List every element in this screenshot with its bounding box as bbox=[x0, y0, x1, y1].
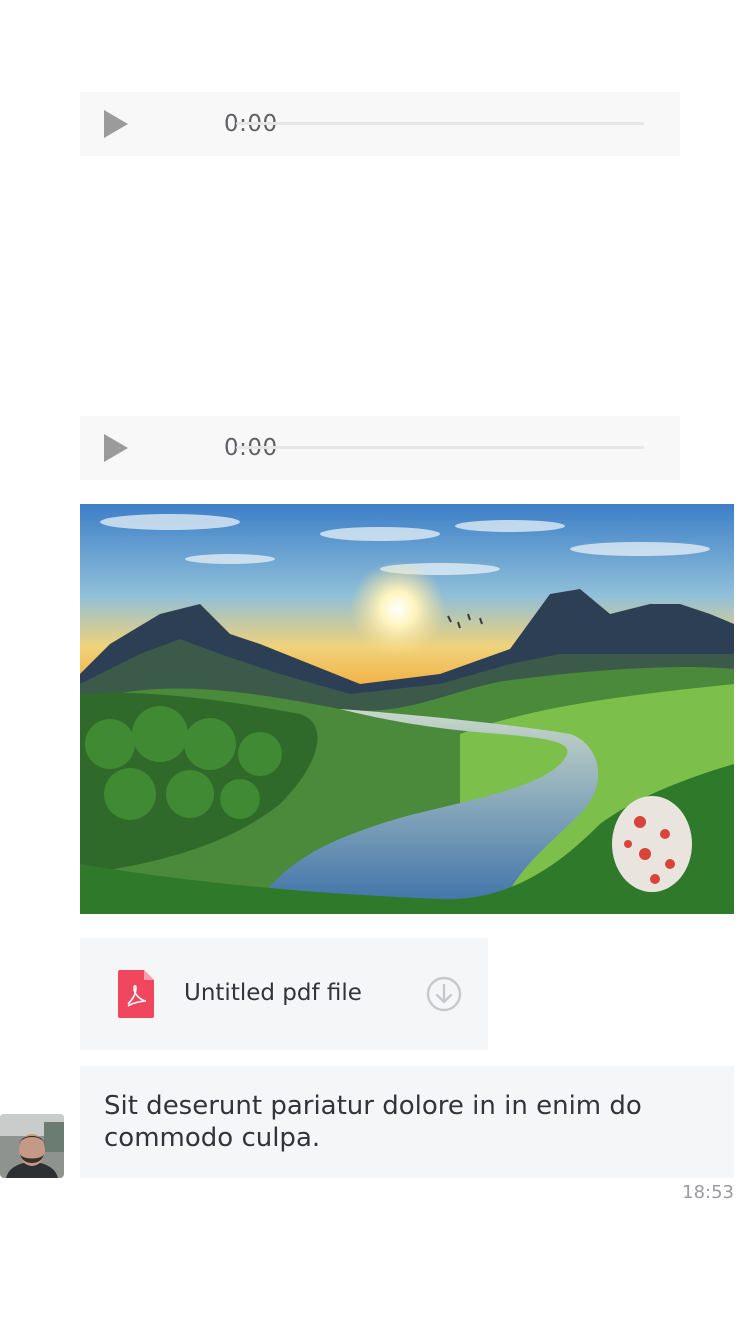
download-icon[interactable] bbox=[426, 976, 462, 1012]
play-icon[interactable] bbox=[104, 434, 128, 462]
audio-player: 0:00 bbox=[80, 92, 680, 156]
file-name: Untitled pdf file bbox=[184, 980, 362, 1006]
message-text: Sit deserunt pariatur dolore in in enim … bbox=[104, 1091, 642, 1153]
audio-progress-track[interactable] bbox=[236, 446, 644, 449]
image-message[interactable] bbox=[80, 504, 734, 914]
audio-progress-track[interactable] bbox=[236, 122, 644, 125]
audio-player: 0:00 bbox=[80, 416, 680, 480]
play-icon[interactable] bbox=[104, 110, 128, 138]
user-avatar-image bbox=[0, 1114, 64, 1178]
avatar[interactable] bbox=[0, 1114, 64, 1178]
message-timestamp: 18:53 bbox=[682, 1182, 734, 1203]
pdf-icon bbox=[118, 970, 154, 1018]
text-message: Sit deserunt pariatur dolore in in enim … bbox=[80, 1066, 734, 1178]
landscape-image bbox=[80, 504, 734, 914]
file-message[interactable]: Untitled pdf file bbox=[80, 938, 488, 1050]
